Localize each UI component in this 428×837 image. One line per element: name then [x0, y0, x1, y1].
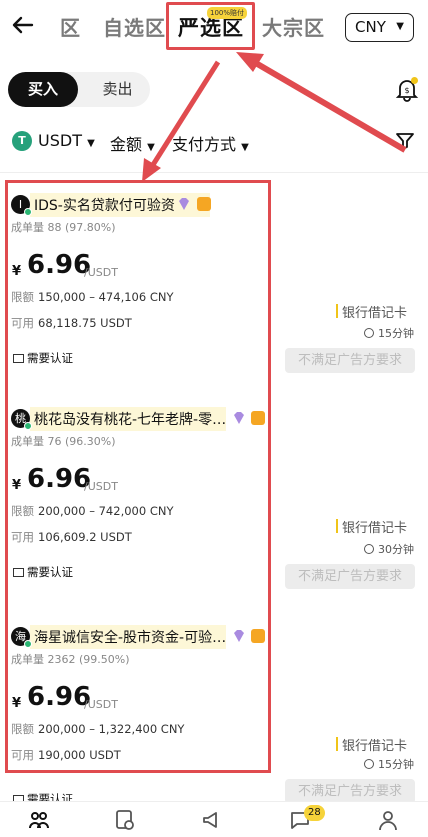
clock-icon	[364, 544, 374, 554]
payment-filter[interactable]: 支付方式 ▼	[172, 131, 249, 155]
amount-filter-label: 金额	[110, 135, 143, 154]
payment-time: 15分钟	[364, 756, 414, 772]
chat-unread-badge: 28	[304, 805, 325, 821]
payment-time-label: 15分钟	[378, 758, 414, 771]
annotation-highlight-ads	[5, 180, 271, 773]
profile-icon[interactable]	[376, 808, 400, 832]
requirements-not-met-button[interactable]: 不满足广告方要求	[285, 348, 415, 373]
caret-down-icon: ▼	[396, 21, 404, 32]
coin-filter[interactable]: USDT ▼	[38, 131, 95, 150]
payment-filter-label: 支付方式	[172, 135, 237, 154]
payment-time: 30分钟	[364, 541, 414, 557]
tether-icon: T	[12, 131, 32, 151]
clock-icon	[364, 328, 374, 338]
payment-method: 银行借记卡	[335, 517, 407, 536]
buy-sell-toggle: 买入 卖出	[8, 72, 150, 107]
payment-time-label: 15分钟	[378, 327, 414, 340]
tab-favorites[interactable]: 自选区	[103, 12, 166, 41]
sell-tab[interactable]: 卖出	[90, 72, 145, 107]
p2p-icon[interactable]	[27, 808, 51, 832]
payment-method: 银行借记卡	[335, 302, 407, 321]
notification-dot	[411, 77, 418, 84]
bottom-nav	[0, 801, 428, 837]
tab-partial[interactable]: 区	[60, 12, 81, 41]
currency-selector[interactable]: CNY ▼	[345, 13, 414, 42]
clock-icon	[364, 759, 374, 769]
filter-bar: T USDT ▼ 金额 ▼ 支付方式 ▼	[0, 126, 428, 158]
coin-filter-label: USDT	[38, 131, 82, 150]
tab-bulk[interactable]: 大宗区	[262, 12, 325, 41]
annotation-highlight-tab	[166, 2, 255, 50]
payment-method: 银行借记卡	[335, 735, 407, 754]
currency-label: CNY	[355, 18, 386, 36]
buy-tab[interactable]: 买入	[8, 72, 78, 107]
ads-icon[interactable]	[200, 808, 224, 832]
amount-filter[interactable]: 金额 ▼	[110, 131, 155, 155]
payment-time: 15分钟	[364, 325, 414, 341]
back-arrow-icon[interactable]	[10, 12, 38, 40]
divider	[0, 172, 428, 173]
svg-text:$: $	[404, 86, 409, 95]
orders-icon[interactable]	[113, 808, 137, 832]
requirements-not-met-button[interactable]: 不满足广告方要求	[285, 564, 415, 589]
funnel-filter-icon[interactable]	[395, 131, 415, 151]
payment-time-label: 30分钟	[378, 543, 414, 556]
top-bar: 区 自选区 严选区 100%赔付 大宗区 CNY ▼	[0, 0, 428, 56]
